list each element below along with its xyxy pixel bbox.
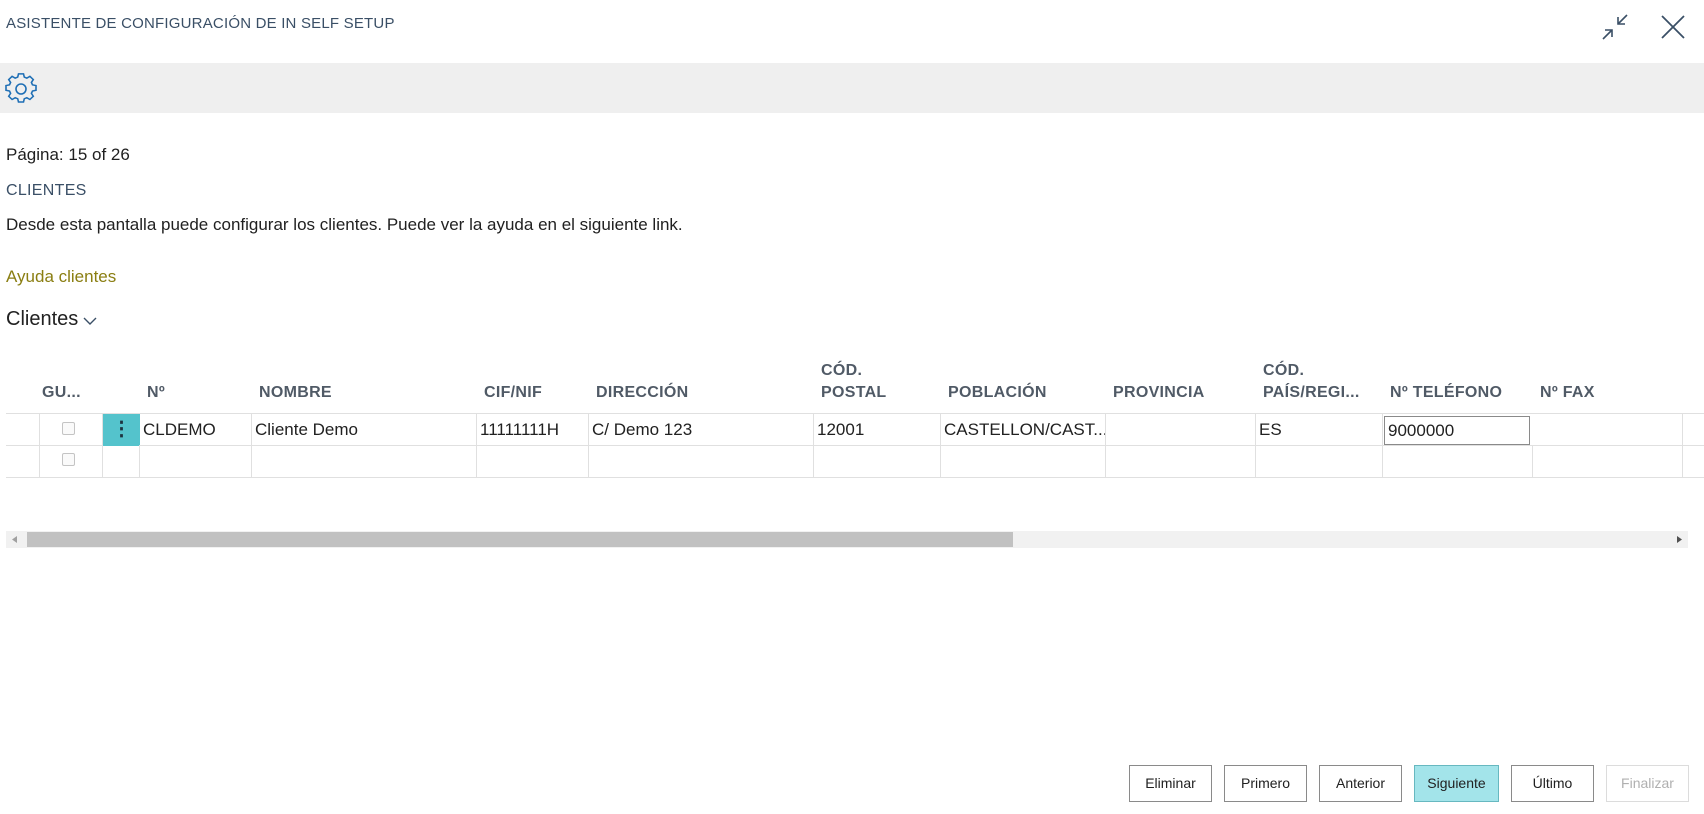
finalizar-button: Finalizar <box>1606 765 1689 802</box>
clientes-group-toggle[interactable]: Clientes <box>6 308 98 331</box>
telefono-input[interactable]: 9000000 <box>1384 416 1530 445</box>
cell-no[interactable] <box>140 445 252 477</box>
column-header-pais-line1: CÓD. <box>1263 362 1305 379</box>
column-header-cp-line2: POSTAL <box>821 384 887 401</box>
column-header-cp-line1: CÓD. <box>821 362 863 379</box>
column-header-direccion[interactable]: DIRECCIÓN <box>596 382 688 404</box>
title-bar: ASISTENTE DE CONFIGURACIÓN DE IN SELF SE… <box>0 0 1704 63</box>
cell-cif[interactable]: 11111111H <box>477 414 589 446</box>
cell-telefono[interactable] <box>1383 445 1533 477</box>
gu-cell <box>40 445 103 477</box>
scroll-right-icon[interactable] <box>1671 531 1688 548</box>
scroll-left-icon[interactable] <box>6 531 23 548</box>
window-title: ASISTENTE DE CONFIGURACIÓN DE IN SELF SE… <box>6 15 395 32</box>
cell-codigo-postal[interactable] <box>814 445 941 477</box>
row-actions-cell <box>103 445 140 477</box>
table-row[interactable] <box>6 445 1704 478</box>
ultimo-button[interactable]: Último <box>1511 765 1594 802</box>
column-header-poblacion[interactable]: POBLACIÓN <box>948 382 1047 404</box>
cell-pais[interactable]: ES <box>1256 414 1383 446</box>
eliminar-button[interactable]: Eliminar <box>1129 765 1212 802</box>
column-header-pais-line2: PAÍS/REGI... <box>1263 384 1360 401</box>
anterior-button[interactable]: Anterior <box>1319 765 1402 802</box>
column-header-telefono[interactable]: Nº TELÉFONO <box>1390 382 1502 404</box>
group-label: Clientes <box>6 308 79 330</box>
gear-icon[interactable] <box>5 73 37 105</box>
action-bar <box>0 63 1704 113</box>
customers-grid: GU... Nº NOMBRE CIF/NIF DIRECCIÓN CÓD. P… <box>6 338 1704 480</box>
cell-nombre[interactable] <box>252 445 477 477</box>
column-header-provincia[interactable]: PROVINCIA <box>1113 382 1205 404</box>
column-header-cif[interactable]: CIF/NIF <box>484 382 542 404</box>
cell-poblacion[interactable] <box>941 445 1106 477</box>
page-description: Desde esta pantalla puede configurar los… <box>6 215 683 234</box>
cell-telefono-wrapper: 9000000 <box>1383 414 1533 446</box>
cell-pais[interactable] <box>1256 445 1383 477</box>
cell-codigo-postal[interactable]: 12001 <box>814 414 941 446</box>
grid-header: GU... Nº NOMBRE CIF/NIF DIRECCIÓN CÓD. P… <box>6 338 1704 414</box>
row-actions-menu-button[interactable]: ⋮ <box>103 414 140 446</box>
scrollbar-thumb[interactable] <box>27 532 1013 547</box>
cell-fax[interactable] <box>1533 445 1683 477</box>
cell-cif[interactable] <box>477 445 589 477</box>
column-header-nombre[interactable]: NOMBRE <box>259 382 332 404</box>
help-link[interactable]: Ayuda clientes <box>6 267 116 287</box>
primero-button[interactable]: Primero <box>1224 765 1307 802</box>
column-header-codigo-postal[interactable]: CÓD. POSTAL <box>821 360 887 404</box>
cell-fax[interactable] <box>1533 414 1683 446</box>
section-title: CLIENTES <box>6 182 87 199</box>
cell-provincia[interactable] <box>1106 414 1256 446</box>
column-header-gu[interactable]: GU... <box>42 382 81 404</box>
row-selector[interactable] <box>6 445 40 477</box>
horizontal-scrollbar[interactable] <box>6 531 1688 548</box>
page-indicator: Página: 15 of 26 <box>6 145 130 164</box>
siguiente-button[interactable]: Siguiente <box>1414 765 1499 802</box>
gu-checkbox[interactable] <box>62 422 75 435</box>
table-row[interactable]: ⋮ CLDEMO Cliente Demo 11111111H C/ Demo … <box>6 413 1704 446</box>
cell-provincia[interactable] <box>1106 445 1256 477</box>
column-header-no[interactable]: Nº <box>147 382 165 404</box>
cell-direccion[interactable]: C/ Demo 123 <box>589 414 814 446</box>
collapse-arrows-icon[interactable] <box>1600 12 1630 42</box>
cell-nombre[interactable]: Cliente Demo <box>252 414 477 446</box>
gu-checkbox[interactable] <box>62 453 75 466</box>
column-header-fax[interactable]: Nº FAX <box>1540 382 1595 404</box>
row-selector[interactable] <box>6 414 40 446</box>
cell-direccion[interactable] <box>589 445 814 477</box>
cell-no[interactable]: CLDEMO <box>140 414 252 446</box>
column-header-pais[interactable]: CÓD. PAÍS/REGI... <box>1263 360 1360 404</box>
close-icon[interactable] <box>1658 12 1688 42</box>
cell-poblacion[interactable]: CASTELLON/CAST... <box>941 414 1106 446</box>
chevron-down-icon <box>83 317 97 325</box>
gu-cell <box>40 414 103 446</box>
